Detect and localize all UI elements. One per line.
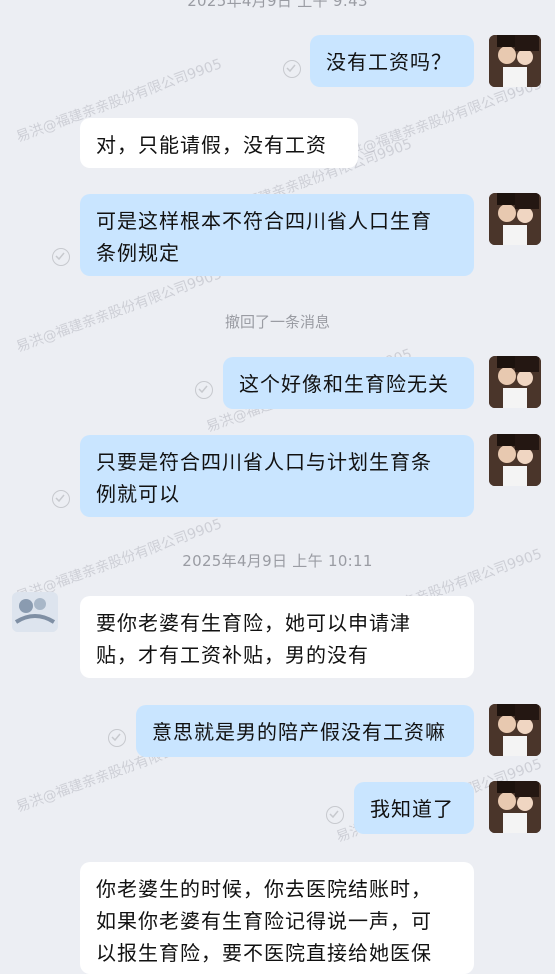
- message-bubble-outgoing[interactable]: 这个好像和生育险无关: [223, 357, 474, 409]
- user-avatar[interactable]: [489, 356, 541, 408]
- read-check-icon: [195, 381, 213, 399]
- user-avatar[interactable]: [489, 434, 541, 486]
- recall-notice: 撤回了一条消息: [224, 313, 330, 331]
- message-bubble-incoming[interactable]: 对，只能请假，没有工资: [80, 118, 358, 168]
- watermark-text: 易洪@福建亲亲股份有限公司9905: [334, 76, 545, 166]
- user-avatar[interactable]: [489, 781, 541, 833]
- user-avatar[interactable]: [489, 704, 541, 756]
- message-bubble-outgoing[interactable]: 我知道了: [354, 782, 474, 834]
- user-avatar[interactable]: [489, 193, 541, 245]
- message-bubble-incoming[interactable]: 要你老婆有生育险，她可以申请津 贴，才有工资补贴，男的没有: [80, 596, 474, 678]
- read-check-icon: [326, 806, 344, 824]
- contact-avatar[interactable]: [12, 592, 58, 632]
- message-bubble-outgoing[interactable]: 意思就是男的陪产假没有工资嘛: [136, 705, 474, 757]
- read-check-icon: [283, 60, 301, 78]
- message-bubble-outgoing[interactable]: 没有工资吗？: [310, 35, 474, 87]
- watermark-text: 易洪@福建亲亲股份有限公司9905: [14, 266, 225, 356]
- read-check-icon: [52, 490, 70, 508]
- read-check-icon: [52, 248, 70, 266]
- message-bubble-incoming[interactable]: 你老婆生的时候，你去医院结账时， 如果你老婆有生育险记得说一声，可 以报生育险，…: [80, 862, 474, 974]
- message-bubble-outgoing[interactable]: 可是这样根本不符合四川省人口生育 条例规定: [80, 194, 474, 276]
- timestamp: 2025年4月9日 上午 10:11: [182, 552, 373, 570]
- timestamp: 2025年4月9日 上午 9:43: [187, 0, 368, 10]
- read-check-icon: [108, 729, 126, 747]
- user-avatar[interactable]: [489, 35, 541, 87]
- message-bubble-outgoing[interactable]: 只要是符合四川省人口与计划生育条 例就可以: [80, 435, 474, 517]
